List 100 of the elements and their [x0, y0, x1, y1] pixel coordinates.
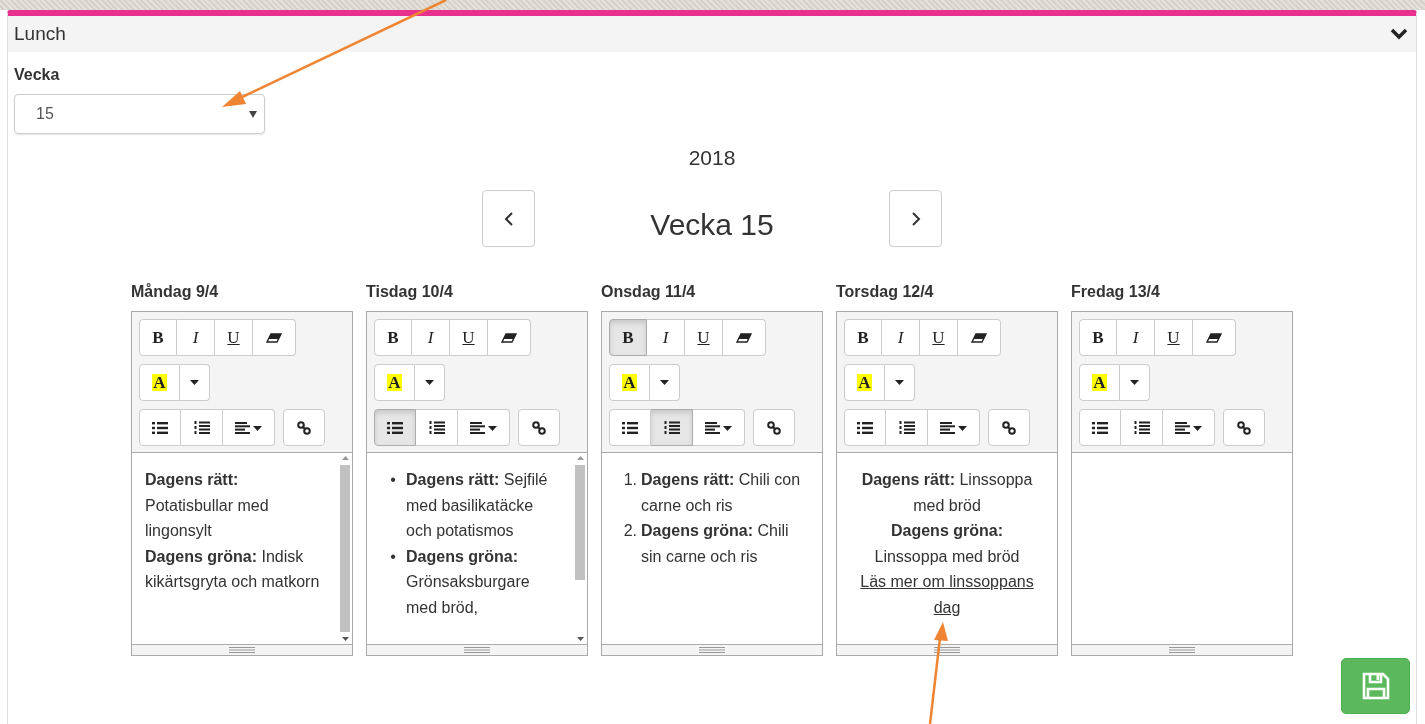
- resize-handle[interactable]: [837, 644, 1057, 655]
- bullet-list-icon: [857, 421, 873, 434]
- highlight-dropdown-button[interactable]: [885, 364, 915, 401]
- scrollbar[interactable]: [573, 453, 587, 644]
- align-dropdown-button[interactable]: [693, 409, 745, 446]
- link-button[interactable]: [753, 409, 795, 446]
- bold-button[interactable]: B: [139, 319, 177, 356]
- day-heading: Måndag 9/4: [131, 283, 220, 302]
- eraser-icon: [1206, 332, 1222, 343]
- scroll-down-icon[interactable]: [341, 637, 349, 641]
- highlight-button[interactable]: A: [1079, 364, 1120, 401]
- bullet-list-button[interactable]: [609, 409, 651, 446]
- caret-icon: [425, 380, 434, 385]
- week-select[interactable]: 15: [14, 94, 265, 134]
- scroll-down-icon[interactable]: [576, 637, 584, 641]
- scroll-up-icon[interactable]: [576, 456, 584, 460]
- clear-format-button[interactable]: [488, 319, 531, 356]
- list-marker: •: [389, 546, 397, 567]
- underline-button[interactable]: U: [1155, 319, 1193, 356]
- menu-text: Dagens rätt: Linssoppa med bröd: [860, 470, 1034, 516]
- bullet-list-button[interactable]: [844, 409, 886, 446]
- menu-text: Dagens rätt: Potatisbullar med lingonsylt: [145, 470, 270, 541]
- clear-format-button[interactable]: [253, 319, 296, 356]
- numbered-list-icon: [1133, 421, 1150, 434]
- numbered-list-button[interactable]: [416, 409, 458, 446]
- bullet-list-icon: [622, 421, 638, 434]
- bold-button[interactable]: B: [1079, 319, 1117, 356]
- highlight-dropdown-button[interactable]: [180, 364, 210, 401]
- highlight-button[interactable]: A: [139, 364, 180, 401]
- numbered-list-button[interactable]: [651, 409, 693, 446]
- clear-format-button[interactable]: [1193, 319, 1236, 356]
- save-icon: [1361, 672, 1390, 700]
- bullet-list-icon: [1092, 421, 1108, 434]
- align-left-icon: [470, 421, 497, 434]
- menu-list-item: Dagens rätt: Chili con carne och ris: [641, 470, 802, 516]
- highlight-dropdown-button[interactable]: [415, 364, 445, 401]
- chevron-left-icon: [503, 210, 514, 227]
- bold-button[interactable]: B: [374, 319, 412, 356]
- resize-handle[interactable]: [602, 644, 822, 655]
- highlight-dropdown-button[interactable]: [650, 364, 680, 401]
- save-button[interactable]: [1341, 658, 1410, 714]
- align-left-icon: [1175, 421, 1202, 434]
- link-icon: [532, 420, 546, 435]
- link-button[interactable]: [1223, 409, 1265, 446]
- list-marker: 2.: [622, 521, 638, 541]
- menu-text: Dagens gröna:: [890, 521, 1004, 541]
- panel-title: Lunch: [14, 23, 66, 45]
- year-label: 2018: [687, 146, 737, 170]
- numbered-list-button[interactable]: [886, 409, 928, 446]
- italic-button[interactable]: I: [412, 319, 450, 356]
- bold-button[interactable]: B: [844, 319, 882, 356]
- underline-button[interactable]: U: [215, 319, 253, 356]
- resize-handle[interactable]: [1072, 644, 1292, 655]
- resize-handle[interactable]: [132, 644, 352, 655]
- eraser-icon: [501, 332, 517, 343]
- scroll-up-icon[interactable]: [341, 456, 349, 460]
- bullet-list-button[interactable]: [374, 409, 416, 446]
- link-button[interactable]: [518, 409, 560, 446]
- numbered-list-button[interactable]: [181, 409, 223, 446]
- underline-button[interactable]: U: [685, 319, 723, 356]
- eraser-icon: [266, 332, 282, 343]
- link-button[interactable]: [283, 409, 325, 446]
- link-icon: [1002, 420, 1016, 435]
- italic-button[interactable]: I: [647, 319, 685, 356]
- resize-handle[interactable]: [367, 644, 587, 655]
- align-dropdown-button[interactable]: [223, 409, 275, 446]
- align-dropdown-button[interactable]: [458, 409, 510, 446]
- caret-icon: [660, 380, 669, 385]
- italic-button[interactable]: I: [177, 319, 215, 356]
- align-dropdown-button[interactable]: [928, 409, 980, 446]
- underline-button[interactable]: U: [920, 319, 958, 356]
- eraser-icon: [736, 332, 752, 343]
- italic-button[interactable]: I: [882, 319, 920, 356]
- highlight-dropdown-button[interactable]: [1120, 364, 1150, 401]
- list-marker: •: [389, 470, 397, 490]
- caret-icon: [249, 110, 257, 118]
- bullet-list-button[interactable]: [1079, 409, 1121, 446]
- align-dropdown-button[interactable]: [1163, 409, 1215, 446]
- bold-button[interactable]: B: [609, 319, 647, 356]
- highlight-button[interactable]: A: [844, 364, 885, 401]
- numbered-list-button[interactable]: [1121, 409, 1163, 446]
- day-heading: Tisdag 10/4: [366, 283, 454, 302]
- numbered-list-icon: [428, 421, 445, 434]
- highlight-button[interactable]: A: [374, 364, 415, 401]
- caret-icon: [895, 380, 904, 385]
- align-left-icon: [705, 421, 732, 434]
- underline-button[interactable]: U: [450, 319, 488, 356]
- link-button[interactable]: [988, 409, 1030, 446]
- italic-button[interactable]: I: [1117, 319, 1155, 356]
- panel-header[interactable]: Lunch: [8, 16, 1416, 52]
- highlight-button[interactable]: A: [609, 364, 650, 401]
- clear-format-button[interactable]: [723, 319, 766, 356]
- caret-icon: [190, 380, 199, 385]
- grip-icon: [1169, 647, 1195, 653]
- clear-format-button[interactable]: [958, 319, 1001, 356]
- read-more-link[interactable]: Läs mer om linssoppans dag: [845, 569, 1049, 620]
- bullet-list-button[interactable]: [139, 409, 181, 446]
- scrollbar[interactable]: [338, 453, 352, 644]
- menu-list-item: Dagens gröna: Chili sin carne och ris: [641, 521, 790, 567]
- field-label: Vecka: [14, 66, 61, 84]
